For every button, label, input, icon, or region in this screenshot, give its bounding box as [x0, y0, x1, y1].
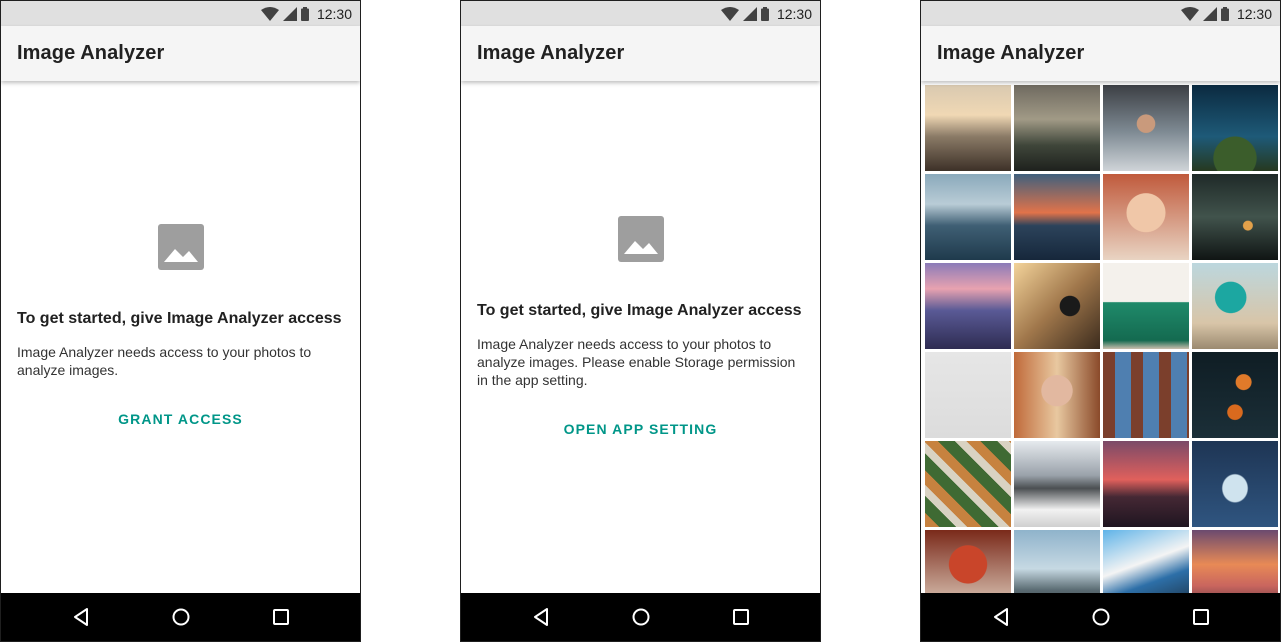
photo-thumb-microphone-studio[interactable]	[1014, 263, 1100, 349]
photo-thumb-dock-at-sunset[interactable]	[925, 85, 1011, 171]
photo-thumb-cloudy-sea[interactable]	[925, 174, 1011, 260]
photo-thumb-red-sunset-hills[interactable]	[1103, 441, 1189, 527]
signal-icon	[282, 6, 297, 21]
status-bar: 12:30	[1, 1, 360, 26]
status-time: 12:30	[1236, 5, 1272, 22]
recents-button[interactable]	[1188, 604, 1214, 630]
back-button[interactable]	[68, 604, 94, 630]
grant-access-button[interactable]: GRANT ACCESS	[1, 411, 360, 427]
app-title: Image Analyzer	[937, 42, 1085, 64]
battery-icon	[1220, 6, 1229, 21]
signal-icon	[742, 6, 757, 21]
photo-thumb-foggy-white-blank[interactable]	[925, 352, 1011, 438]
home-icon	[172, 608, 189, 626]
home-button[interactable]	[628, 604, 654, 630]
permission-content: To get started, give Image Analyzer acce…	[1, 81, 360, 593]
app-bar: Image Analyzer	[921, 26, 1280, 81]
permission-heading: To get started, give Image Analyzer acce…	[17, 310, 342, 327]
recents-icon	[272, 609, 289, 625]
phone-screen-open-setting: 12:30 Image Analyzer To get started, giv…	[460, 0, 821, 642]
navigation-bar	[921, 593, 1280, 641]
photo-thumb-green-cabinet-vase[interactable]	[1103, 263, 1189, 349]
photo-thumb-smiling-redhead-woman[interactable]	[1103, 174, 1189, 260]
home-icon	[1092, 608, 1109, 626]
recents-icon	[732, 609, 749, 625]
photo-thumb-aerial-neighborhood[interactable]	[925, 441, 1011, 527]
status-bar: 12:30	[921, 1, 1280, 26]
image-placeholder-icon	[157, 224, 204, 270]
photo-grid	[925, 85, 1278, 616]
status-bar: 12:30	[461, 1, 820, 26]
status-time: 12:30	[776, 5, 812, 22]
app-bar: Image Analyzer	[461, 26, 820, 81]
photo-thumb-starry-sky-trees[interactable]	[1192, 85, 1278, 171]
photo-thumb-woman-in-hood[interactable]	[1103, 85, 1189, 171]
photo-thumb-brick-building-windows[interactable]	[1103, 352, 1189, 438]
permission-heading: To get started, give Image Analyzer acce…	[477, 302, 802, 319]
back-icon	[73, 608, 88, 626]
photo-thumb-forest-waterfall[interactable]	[1192, 174, 1278, 260]
photo-thumb-sunset-over-water[interactable]	[1014, 174, 1100, 260]
back-button[interactable]	[528, 604, 554, 630]
recents-button[interactable]	[728, 604, 754, 630]
home-icon	[632, 608, 649, 626]
phone-screen-photo-grid: 12:30 Image Analyzer	[920, 0, 1281, 642]
photo-thumb-purple-rocky-shore[interactable]	[925, 263, 1011, 349]
permission-body: Image Analyzer needs access to your phot…	[477, 336, 796, 388]
back-icon	[533, 608, 548, 626]
battery-icon	[760, 6, 769, 21]
back-button[interactable]	[988, 604, 1014, 630]
photo-thumb-statue-blue-light[interactable]	[1192, 441, 1278, 527]
recents-button[interactable]	[268, 604, 294, 630]
navigation-bar	[1, 593, 360, 641]
navigation-bar	[461, 593, 820, 641]
photo-thumb-woman-in-teal-dress[interactable]	[1192, 263, 1278, 349]
wifi-icon	[720, 6, 739, 21]
back-icon	[993, 608, 1008, 626]
photo-thumb-snowy-mountains-lake[interactable]	[1014, 441, 1100, 527]
signal-icon	[1202, 6, 1217, 21]
permission-content: To get started, give Image Analyzer acce…	[461, 81, 820, 593]
permission-body: Image Analyzer needs access to your phot…	[17, 344, 312, 378]
recents-icon	[1192, 609, 1209, 625]
photo-thumb-young-man-portrait[interactable]	[1014, 352, 1100, 438]
battery-icon	[300, 6, 309, 21]
home-button[interactable]	[1088, 604, 1114, 630]
home-button[interactable]	[168, 604, 194, 630]
wifi-icon	[1180, 6, 1199, 21]
phone-screen-grant-access: 12:30 Image Analyzer To get started, giv…	[0, 0, 361, 642]
wifi-icon	[260, 6, 279, 21]
photo-thumb-orange-leaves-night[interactable]	[1192, 352, 1278, 438]
image-placeholder-icon	[617, 216, 664, 262]
photo-thumb-misty-road-valley[interactable]	[1014, 85, 1100, 171]
status-time: 12:30	[316, 5, 352, 22]
app-title: Image Analyzer	[17, 42, 165, 64]
open-app-setting-button[interactable]: OPEN APP SETTING	[461, 421, 820, 437]
app-bar: Image Analyzer	[1, 26, 360, 81]
app-title: Image Analyzer	[477, 42, 625, 64]
